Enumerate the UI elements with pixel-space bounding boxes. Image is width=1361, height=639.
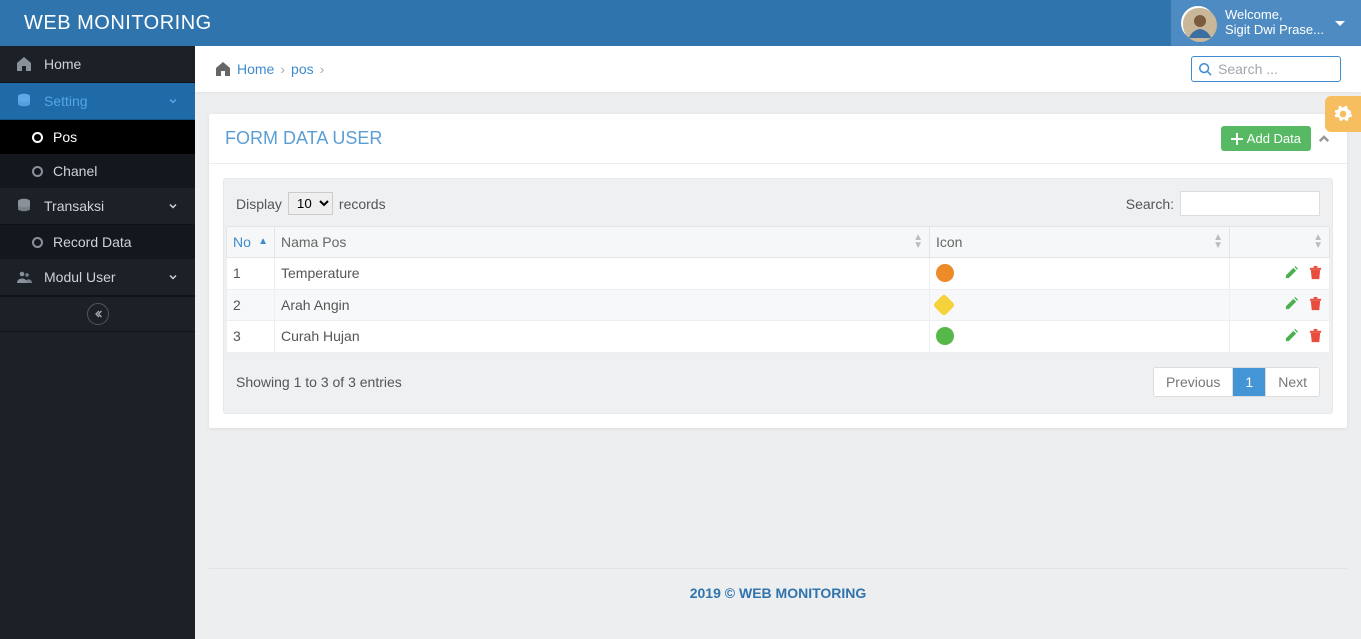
edit-button[interactable]: [1283, 264, 1299, 280]
user-menu[interactable]: Welcome, Sigit Dwi Prase...: [1171, 0, 1361, 46]
chevron-down-icon: [167, 95, 179, 107]
cell-no: 2: [227, 289, 275, 321]
table-row: 3 Curah Hujan: [227, 321, 1330, 353]
users-icon: [16, 269, 32, 285]
col-nama[interactable]: Nama Pos ▲▼: [275, 227, 930, 258]
brand: WEB MONITORING: [0, 12, 236, 35]
circle-icon: [32, 237, 43, 248]
user-name: Sigit Dwi Prase...: [1225, 23, 1325, 38]
topbar: WEB MONITORING Welcome, Sigit Dwi Prase.…: [0, 0, 1361, 46]
display-label: Display: [236, 196, 282, 212]
cell-no: 1: [227, 258, 275, 290]
database-icon: [16, 198, 32, 214]
delete-button[interactable]: [1307, 296, 1323, 312]
crumb-pos[interactable]: pos: [291, 61, 314, 77]
chevron-down-icon: [167, 200, 179, 212]
page-prev[interactable]: Previous: [1154, 368, 1233, 396]
nav-setting-label: Setting: [44, 93, 88, 109]
nav-record-data[interactable]: Record Data: [0, 225, 195, 259]
dt-search-label: Search:: [1126, 196, 1174, 212]
chevron-down-icon: [167, 271, 179, 283]
cell-nama: Curah Hujan: [275, 321, 930, 353]
nav-modul-user-label: Modul User: [44, 269, 116, 285]
sidebar-collapse[interactable]: [0, 296, 195, 332]
status-icon: [936, 264, 954, 282]
delete-button[interactable]: [1307, 327, 1323, 343]
nav-transaksi-submenu: Record Data: [0, 225, 195, 259]
nav-chanel-label: Chanel: [53, 163, 97, 179]
table-row: 1 Temperature: [227, 258, 1330, 290]
chevron-down-icon: [1335, 21, 1345, 31]
user-text: Welcome, Sigit Dwi Prase...: [1225, 8, 1325, 38]
cell-icon: [930, 321, 1230, 353]
nav-record-data-label: Record Data: [53, 234, 132, 250]
trash-icon: [1308, 328, 1323, 343]
pencil-icon: [1284, 296, 1299, 311]
nav-transaksi-label: Transaksi: [44, 198, 104, 214]
footer: 2019 © WEB MONITORING: [209, 568, 1347, 617]
cell-no: 3: [227, 321, 275, 353]
sidebar: Home Setting Pos Chanel Tra: [0, 46, 195, 639]
settings-fab[interactable]: [1325, 96, 1361, 132]
search-icon: [1198, 62, 1212, 76]
search-input[interactable]: [1191, 56, 1341, 82]
pencil-icon: [1284, 265, 1299, 280]
chevron-right-icon: ›: [280, 61, 285, 77]
col-actions[interactable]: ▲▼: [1230, 227, 1330, 258]
cell-icon: [930, 258, 1230, 290]
cell-nama: Arah Angin: [275, 289, 930, 321]
status-icon: [933, 294, 956, 317]
page-size-select[interactable]: 10: [288, 192, 333, 215]
status-icon: [936, 327, 954, 345]
nav-home[interactable]: Home: [0, 46, 195, 83]
dt-info: Showing 1 to 3 of 3 entries: [236, 374, 402, 390]
edit-button[interactable]: [1283, 327, 1299, 343]
gear-icon: [1333, 104, 1353, 124]
search-box: [1191, 56, 1341, 82]
chevron-right-icon: ›: [320, 61, 325, 77]
delete-button[interactable]: [1307, 264, 1323, 280]
nav-modul-user[interactable]: Modul User: [0, 259, 195, 296]
dt-search-input[interactable]: [1180, 191, 1320, 216]
nav-setting-submenu: Pos Chanel: [0, 120, 195, 188]
nav-setting[interactable]: Setting: [0, 83, 195, 120]
pencil-icon: [1284, 328, 1299, 343]
database-icon: [16, 93, 32, 109]
chevron-left-icon: [87, 303, 109, 325]
cell-nama: Temperature: [275, 258, 930, 290]
panel-title: FORM DATA USER: [225, 128, 382, 149]
crumb-home[interactable]: Home: [237, 61, 274, 77]
plus-icon: [1231, 133, 1243, 145]
trash-icon: [1308, 296, 1323, 311]
nav-transaksi[interactable]: Transaksi: [0, 188, 195, 225]
welcome-label: Welcome,: [1225, 8, 1325, 23]
page-1[interactable]: 1: [1233, 368, 1266, 396]
circle-icon: [32, 132, 43, 143]
panel: FORM DATA USER Add Data Di: [209, 114, 1347, 428]
table-row: 2 Arah Angin: [227, 289, 1330, 321]
nav-pos[interactable]: Pos: [0, 120, 195, 154]
chevron-up-icon: [1317, 132, 1331, 146]
home-icon: [16, 56, 32, 72]
add-data-label: Add Data: [1247, 131, 1301, 146]
home-icon: [215, 61, 231, 77]
records-label: records: [339, 196, 386, 212]
pagination: Previous 1 Next: [1153, 367, 1320, 397]
col-no[interactable]: No ▲: [227, 227, 275, 258]
breadcrumb-bar: Home › pos ›: [195, 46, 1361, 92]
edit-button[interactable]: [1283, 296, 1299, 312]
nav-chanel[interactable]: Chanel: [0, 154, 195, 188]
avatar: [1181, 6, 1215, 40]
page-next[interactable]: Next: [1266, 368, 1319, 396]
circle-icon: [32, 166, 43, 177]
cell-icon: [930, 289, 1230, 321]
col-icon[interactable]: Icon ▲▼: [930, 227, 1230, 258]
nav-pos-label: Pos: [53, 129, 77, 145]
panel-collapse-toggle[interactable]: [1317, 132, 1331, 146]
trash-icon: [1308, 265, 1323, 280]
nav-home-label: Home: [44, 56, 81, 72]
add-data-button[interactable]: Add Data: [1221, 126, 1311, 151]
